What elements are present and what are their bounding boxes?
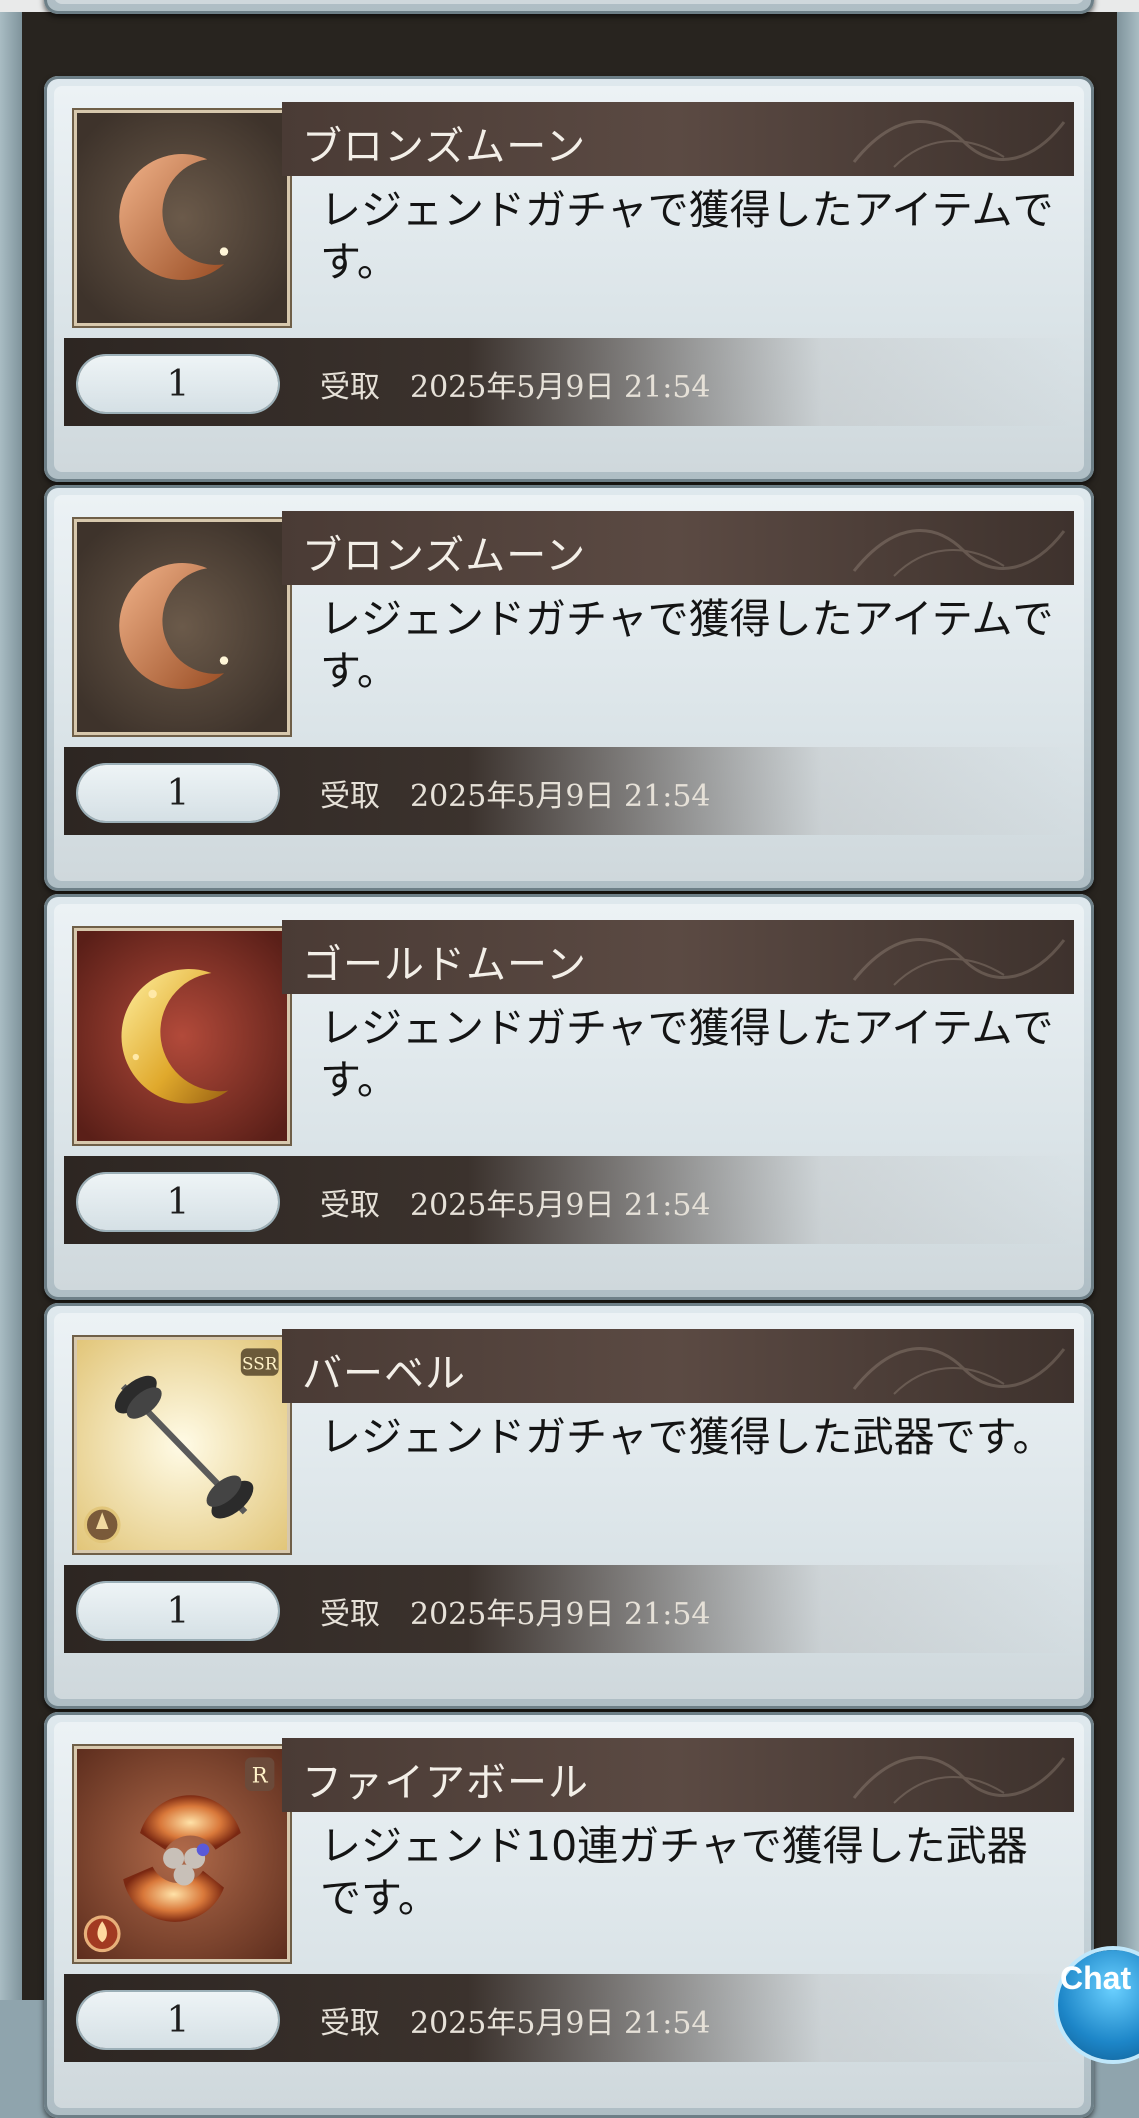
bronze-moon-icon xyxy=(74,519,290,735)
gold-moon-icon xyxy=(74,928,290,1144)
item-name-bar: ファイアボール xyxy=(282,1738,1074,1812)
item-name-bar: バーベル xyxy=(282,1329,1074,1403)
received-info: 受取 2025年5月9日 21:54 xyxy=(320,1589,711,1633)
item-history-list[interactable]: ブロンズムーン レジェンドガチャで獲得したアイテムです。 1 受取 2025年5月… xyxy=(0,0,1139,2118)
barbell-weapon-icon: SSR xyxy=(74,1337,290,1553)
quantity-badge: 1 xyxy=(78,1992,278,2048)
item-description: レジェンドガチャで獲得したアイテムです。 xyxy=(320,186,1054,286)
item-description: レジェンドガチャで獲得したアイテムです。 xyxy=(320,595,1054,695)
item-name: ファイアボール xyxy=(302,1760,589,1806)
item-description: レジェンドガチャで獲得した武器です。 xyxy=(320,1413,1054,1461)
timestamp: 2025年5月9日 21:54 xyxy=(410,1597,711,1632)
list-item[interactable]: ブロンズムーン レジェンドガチャで獲得したアイテムです。 1 受取 2025年5月… xyxy=(44,76,1094,482)
svg-text:SSR: SSR xyxy=(242,1353,279,1373)
item-name-bar: ゴールドムーン xyxy=(282,920,1074,994)
item-name-bar: ブロンズムーン xyxy=(282,102,1074,176)
received-info: 受取 2025年5月9日 21:54 xyxy=(320,1180,711,1224)
received-info: 受取 2025年5月9日 21:54 xyxy=(320,771,711,815)
bronze-moon-icon xyxy=(74,110,290,326)
item-name: ブロンズムーン xyxy=(302,533,587,579)
fireball-weapon-icon: R xyxy=(74,1746,290,1962)
item-name: バーベル xyxy=(302,1351,466,1397)
item-name: ゴールドムーン xyxy=(302,942,587,988)
item-description: レジェンド10連ガチャで獲得した武器です。 xyxy=(320,1822,1028,1922)
status-label: 受取 xyxy=(320,1188,380,1223)
list-item[interactable]: ゴールドムーン レジェンドガチャで獲得したアイテムです。 1 受取 2025年5月… xyxy=(44,894,1094,1300)
list-item[interactable]: R ファイアボール レジェンド10連ガチャで獲得した武器です。 1 受取 2025… xyxy=(44,1712,1094,2118)
ornament-decoration xyxy=(852,120,1066,168)
ornament-decoration xyxy=(852,938,1066,986)
timestamp: 2025年5月9日 21:54 xyxy=(410,370,711,405)
status-label: 受取 xyxy=(320,1597,380,1632)
ornament-decoration xyxy=(852,1756,1066,1804)
received-info: 受取 2025年5月9日 21:54 xyxy=(320,1998,711,2042)
status-label: 受取 xyxy=(320,779,380,814)
item-description: レジェンドガチャで獲得したアイテムです。 xyxy=(320,1004,1054,1104)
timestamp: 2025年5月9日 21:54 xyxy=(410,2006,711,2041)
chat-button-label: Chat xyxy=(1060,1960,1132,1996)
received-info: 受取 2025年5月9日 21:54 xyxy=(320,362,711,406)
ornament-decoration xyxy=(852,1347,1066,1395)
item-name: ブロンズムーン xyxy=(302,124,587,170)
item-name-bar: ブロンズムーン xyxy=(282,511,1074,585)
quantity-badge: 1 xyxy=(78,1174,278,1230)
timestamp: 2025年5月9日 21:54 xyxy=(410,1188,711,1223)
list-item[interactable]: SSR バーベル レジェンドガチャで獲得した武器です。 1 受取 2025年5月9… xyxy=(44,1303,1094,1709)
ornament-decoration xyxy=(852,529,1066,577)
list-item[interactable] xyxy=(44,0,1094,14)
quantity-badge: 1 xyxy=(78,356,278,412)
timestamp: 2025年5月9日 21:54 xyxy=(410,779,711,814)
quantity-badge: 1 xyxy=(78,1583,278,1639)
quantity-badge: 1 xyxy=(78,765,278,821)
svg-text:R: R xyxy=(252,1764,269,1788)
list-item[interactable]: ブロンズムーン レジェンドガチャで獲得したアイテムです。 1 受取 2025年5月… xyxy=(44,485,1094,891)
status-label: 受取 xyxy=(320,370,380,405)
status-label: 受取 xyxy=(320,2006,380,2041)
